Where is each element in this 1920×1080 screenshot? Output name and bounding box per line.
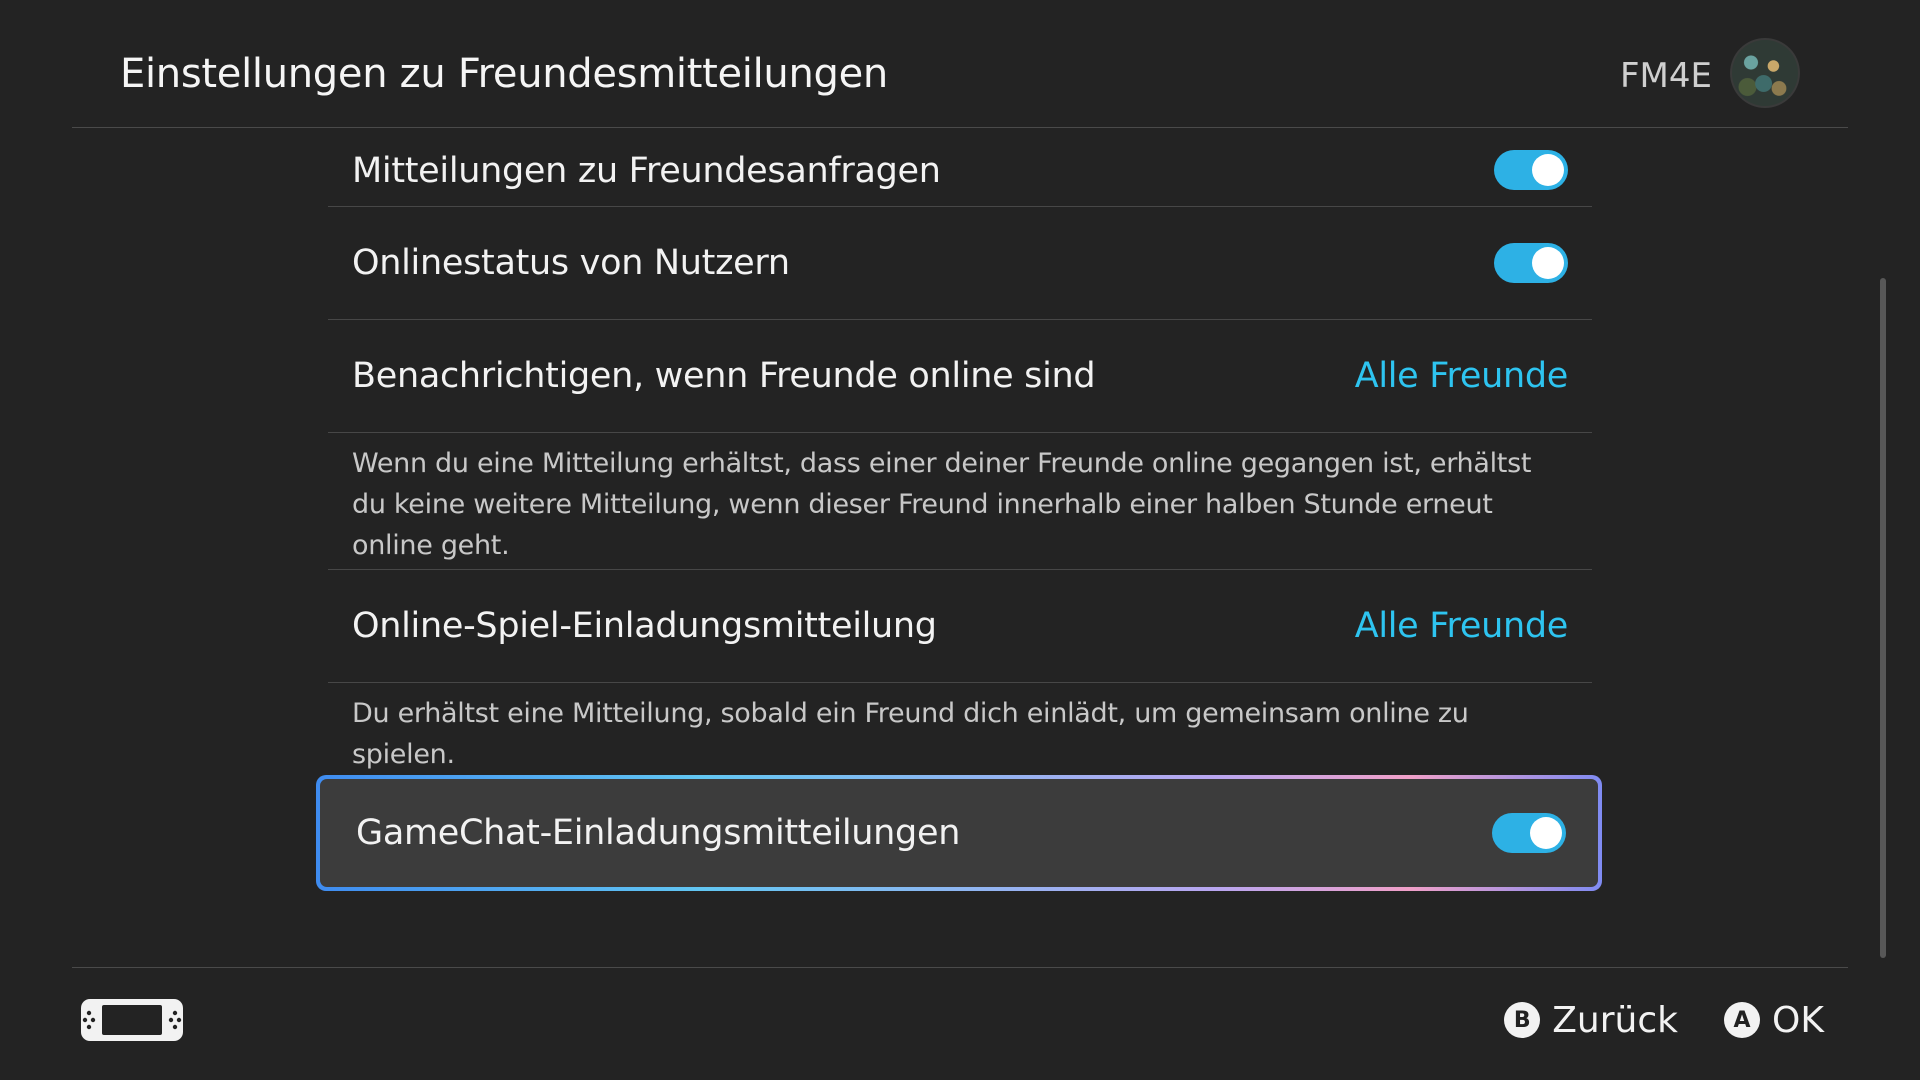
setting-row-gamechat-invite[interactable]: GameChat-Einladungsmitteilungen	[316, 775, 1602, 891]
settings-list: Mitteilungen zu Freundesanfragen Onlines…	[328, 128, 1592, 779]
toggle-knob	[1532, 154, 1564, 186]
online-game-invite-value[interactable]: Alle Freunde	[1355, 606, 1569, 646]
setting-label: Mitteilungen zu Freundesanfragen	[352, 151, 941, 191]
back-label: Zurück	[1552, 999, 1678, 1041]
header: Einstellungen zu Freundesmitteilungen FM…	[72, 0, 1848, 128]
online-status-toggle[interactable]	[1494, 243, 1568, 283]
toggle-knob	[1532, 247, 1564, 279]
handheld-console-icon	[81, 999, 183, 1041]
ok-button[interactable]: A OK	[1724, 998, 1824, 1042]
setting-row-friend-requests[interactable]: Mitteilungen zu Freundesanfragen	[328, 128, 1592, 207]
scrollbar[interactable]	[1880, 278, 1886, 958]
setting-row-notify-online[interactable]: Benachrichtigen, wenn Freunde online sin…	[328, 320, 1592, 433]
a-button-icon: A	[1724, 1002, 1761, 1038]
setting-label: Onlinestatus von Nutzern	[352, 243, 790, 283]
setting-row-online-status[interactable]: Onlinestatus von Nutzern	[328, 207, 1592, 320]
screen: Einstellungen zu Freundesmitteilungen FM…	[0, 0, 1920, 1080]
notify-online-value[interactable]: Alle Freunde	[1355, 356, 1569, 396]
ok-label: OK	[1772, 999, 1824, 1041]
setting-label: GameChat-Einladungsmitteilungen	[356, 813, 961, 853]
setting-label: Benachrichtigen, wenn Freunde online sin…	[352, 356, 1096, 396]
setting-row-online-game-invite[interactable]: Online-Spiel-Einladungsmitteilung Alle F…	[328, 570, 1592, 683]
notify-online-description: Wenn du eine Mitteilung erhältst, dass e…	[328, 433, 1592, 570]
friend-requests-toggle[interactable]	[1494, 150, 1568, 190]
b-button-icon: B	[1504, 1002, 1541, 1038]
page-title: Einstellungen zu Freundesmitteilungen	[120, 51, 888, 97]
back-button[interactable]: B Zurück	[1504, 998, 1678, 1042]
gamechat-invite-toggle[interactable]	[1492, 813, 1566, 853]
selected-row-inner: GameChat-Einladungsmitteilungen	[320, 779, 1598, 887]
toggle-knob	[1530, 817, 1562, 849]
user-name: FM4E	[1619, 56, 1712, 96]
online-game-invite-description: Du erhältst eine Mitteilung, sobald ein …	[352, 698, 1469, 770]
setting-label: Online-Spiel-Einladungsmitteilung	[352, 606, 937, 646]
footer: B Zurück A OK	[72, 967, 1848, 1080]
avatar[interactable]	[1730, 38, 1800, 108]
